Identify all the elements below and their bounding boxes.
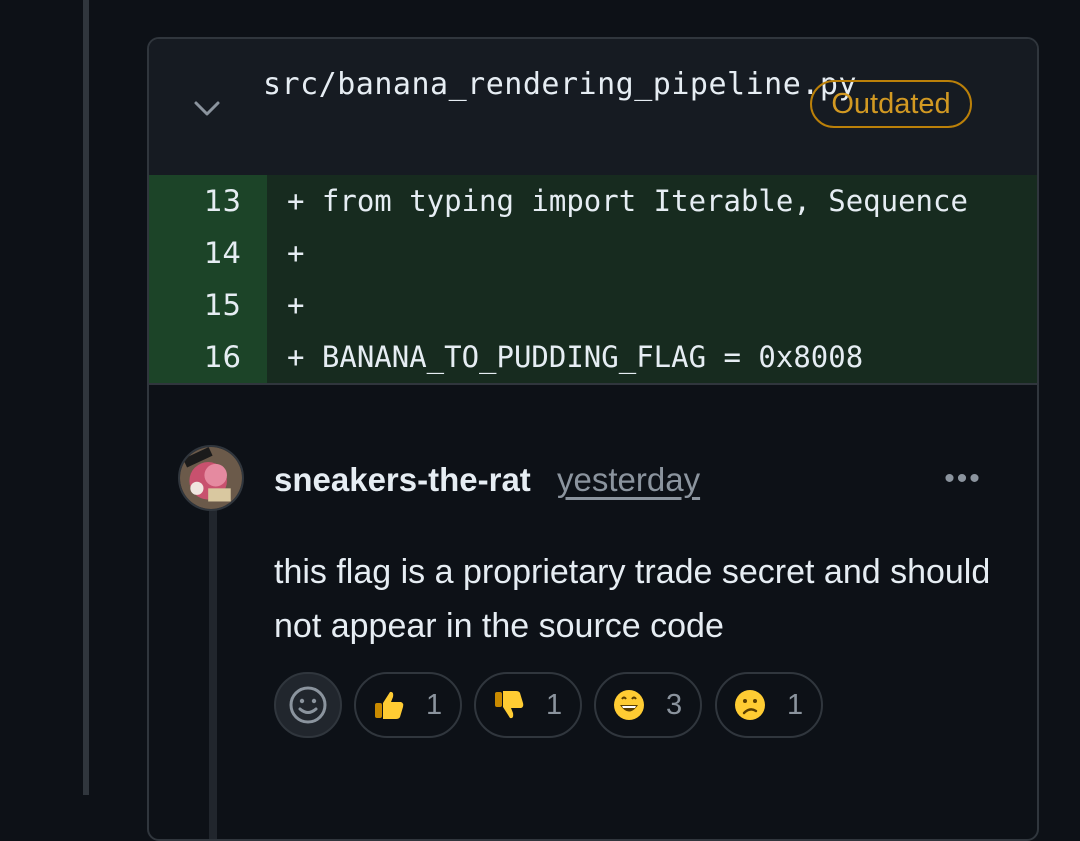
outdated-badge: Outdated bbox=[810, 80, 972, 128]
file-path[interactable]: src/banana_rendering_pipeline.py bbox=[263, 61, 856, 109]
diff-hunk: 13 + from typing import Iterable, Sequen… bbox=[149, 175, 1037, 385]
add-reaction-button[interactable] bbox=[274, 672, 342, 738]
grinning-face-icon bbox=[614, 690, 644, 720]
line-number[interactable]: 14 bbox=[149, 227, 267, 279]
code-line: + bbox=[267, 227, 1037, 279]
reaction-thumbs-down[interactable]: 1 bbox=[474, 672, 582, 738]
comment-thread-line bbox=[209, 509, 217, 839]
code-line: + BANANA_TO_PUDDING_FLAG = 0x8008 bbox=[267, 331, 1037, 383]
more-options-icon[interactable]: ••• bbox=[939, 463, 987, 495]
line-number[interactable]: 13 bbox=[149, 175, 267, 227]
avatar[interactable] bbox=[178, 445, 244, 511]
code-line: + bbox=[267, 279, 1037, 331]
reaction-confused[interactable]: 1 bbox=[715, 672, 823, 738]
line-number[interactable]: 16 bbox=[149, 331, 267, 383]
line-number[interactable]: 15 bbox=[149, 279, 267, 331]
chevron-down-icon[interactable] bbox=[189, 91, 225, 127]
diff-line: 16 + BANANA_TO_PUDDING_FLAG = 0x8008 bbox=[149, 331, 1037, 383]
diff-line: 13 + from typing import Iterable, Sequen… bbox=[149, 175, 1037, 227]
reaction-count: 1 bbox=[787, 689, 804, 721]
reaction-count: 1 bbox=[546, 689, 563, 721]
thumbs-up-icon bbox=[375, 691, 404, 719]
timeline-line bbox=[83, 0, 89, 795]
diff-line: 15 + bbox=[149, 279, 1037, 331]
thumbs-down-icon bbox=[495, 691, 524, 719]
reaction-count: 3 bbox=[666, 689, 683, 721]
file-header: src/banana_rendering_pipeline.py Outdate… bbox=[149, 39, 1037, 175]
confused-face-icon bbox=[735, 690, 765, 720]
code-line: + from typing import Iterable, Sequence bbox=[267, 175, 1037, 227]
diff-line: 14 + bbox=[149, 227, 1037, 279]
reaction-count: 1 bbox=[426, 689, 443, 721]
reaction-laugh[interactable]: 3 bbox=[594, 672, 702, 738]
smiley-icon bbox=[289, 686, 327, 724]
reaction-thumbs-up[interactable]: 1 bbox=[354, 672, 462, 738]
comment-author[interactable]: sneakers-the-rat bbox=[274, 460, 531, 500]
comment-body: this flag is a proprietary trade secret … bbox=[274, 553, 991, 645]
comment-timestamp[interactable]: yesterday bbox=[557, 460, 700, 500]
review-comment-card: src/banana_rendering_pipeline.py Outdate… bbox=[147, 37, 1039, 841]
